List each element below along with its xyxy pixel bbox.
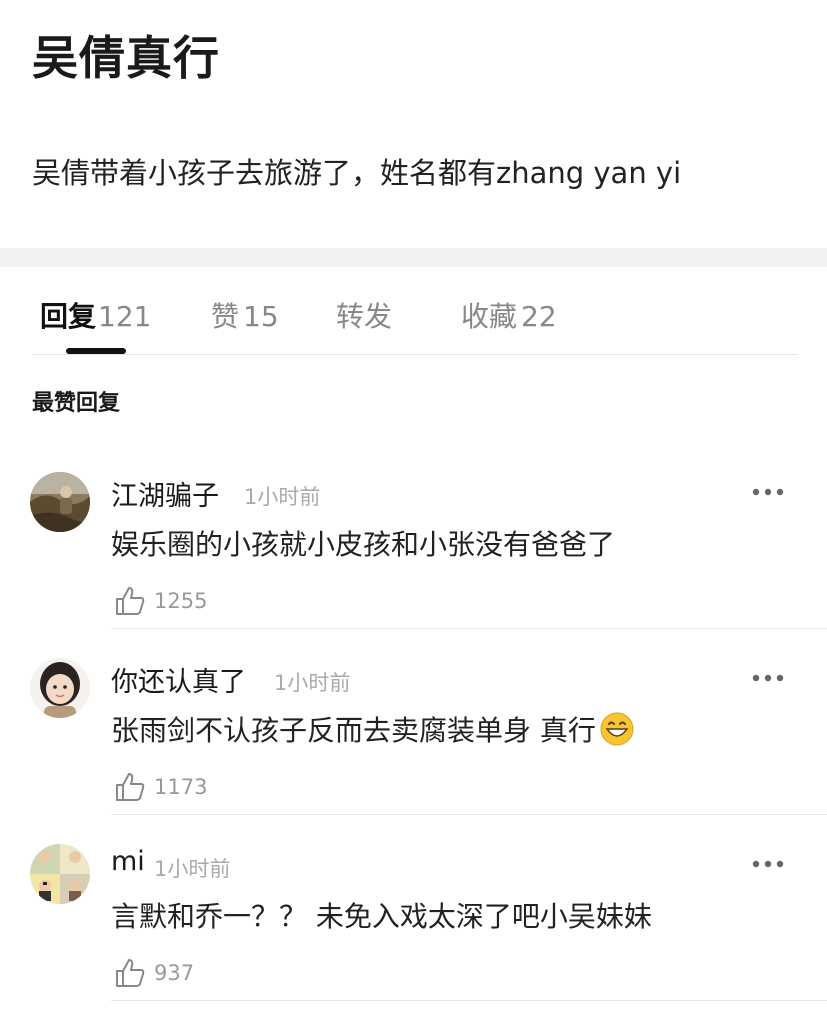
comment-item: 江湖骗子 1小时前 娱乐圈的小孩就小皮孩和小张没有爸爸了 1255 bbox=[0, 472, 827, 658]
tab-reposts-label: 转发 bbox=[336, 300, 393, 333]
thumbs-up-icon bbox=[116, 959, 145, 987]
comment-time: 1小时前 bbox=[274, 671, 351, 695]
comment-author[interactable]: 江湖骗子 bbox=[111, 474, 219, 513]
grinning-face-icon bbox=[600, 712, 634, 753]
comment-divider bbox=[111, 1000, 827, 1001]
like-button[interactable]: 1255 bbox=[114, 584, 207, 618]
tab-favorites-count: 22 bbox=[521, 300, 557, 333]
more-options-icon[interactable] bbox=[751, 484, 785, 498]
comment-text: 言默和乔一？？ 未免入戏太深了吧小吴妹妹 bbox=[111, 900, 652, 933]
comment-item: 你还认真了 1小时前 张雨剑不认孩子反而去卖腐装单身 真行 1173 bbox=[0, 658, 827, 844]
landscape-photo-avatar[interactable] bbox=[30, 472, 90, 532]
tab-likes-count: 15 bbox=[243, 300, 279, 333]
comment-text: 张雨剑不认孩子反而去卖腐装单身 真行 bbox=[111, 709, 634, 753]
tab-replies-count: 121 bbox=[98, 300, 152, 333]
comment-author[interactable]: mi bbox=[111, 846, 145, 877]
like-button[interactable]: 937 bbox=[114, 956, 194, 990]
comment-text: 娱乐圈的小孩就小皮孩和小张没有爸爸了 bbox=[111, 528, 616, 561]
comment-text-content: 张雨剑不认孩子反而去卖腐装单身 真行 bbox=[111, 714, 596, 747]
tab-replies[interactable]: 回复121 bbox=[40, 295, 151, 335]
tab-bar: 回复121 赞 15 转发 收藏 22 bbox=[0, 267, 827, 355]
post-body: 吴倩带着小孩子去旅游了，姓名都有zhang yan yi bbox=[32, 156, 682, 190]
cartoon-collage-avatar[interactable] bbox=[30, 844, 90, 904]
like-button[interactable]: 1173 bbox=[114, 770, 207, 804]
thumbs-up-icon bbox=[116, 587, 145, 615]
like-count: 1173 bbox=[154, 775, 208, 799]
tabs-divider bbox=[32, 354, 798, 355]
child-portrait-avatar[interactable] bbox=[30, 658, 90, 718]
like-count: 1255 bbox=[154, 589, 208, 613]
comment-divider bbox=[111, 628, 827, 629]
tab-favorites[interactable]: 收藏 22 bbox=[461, 295, 557, 335]
post-header: 吴倩真行 吴倩带着小孩子去旅游了，姓名都有zhang yan yi bbox=[0, 0, 827, 248]
thumbs-up-icon bbox=[116, 773, 145, 801]
tab-favorites-label: 收藏 bbox=[461, 300, 518, 333]
post-title: 吴倩真行 bbox=[32, 31, 220, 85]
more-options-icon[interactable] bbox=[751, 670, 785, 684]
more-options-icon[interactable] bbox=[751, 856, 785, 870]
comment-divider bbox=[111, 814, 827, 815]
tab-likes[interactable]: 赞 15 bbox=[211, 295, 279, 335]
tab-reposts[interactable]: 转发 bbox=[336, 295, 392, 335]
section-title-top-replies: 最赞回复 bbox=[32, 391, 121, 416]
like-count: 937 bbox=[154, 961, 195, 985]
tab-likes-label: 赞 bbox=[211, 300, 240, 333]
comment-time: 1小时前 bbox=[244, 485, 321, 509]
section-separator-band bbox=[0, 248, 827, 267]
comment-time: 1小时前 bbox=[154, 857, 231, 881]
comment-item: mi 1小时前 言默和乔一？？ 未免入戏太深了吧小吴妹妹 937 bbox=[0, 844, 827, 1030]
tab-replies-label: 回复 bbox=[40, 300, 97, 333]
comment-author[interactable]: 你还认真了 bbox=[111, 660, 246, 699]
